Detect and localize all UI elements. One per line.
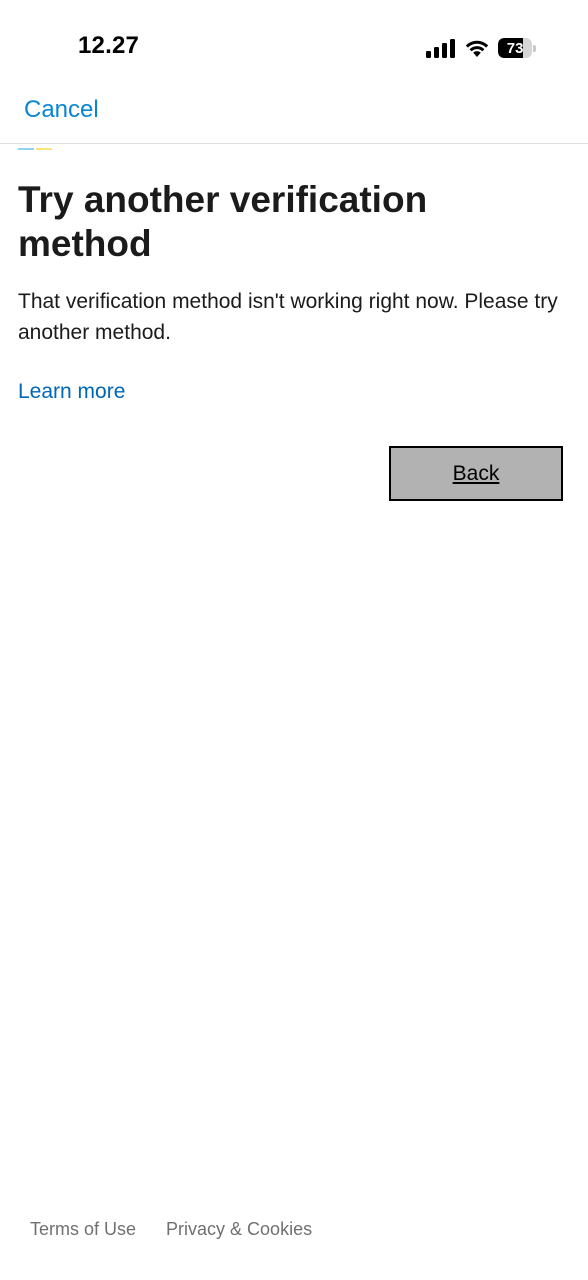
privacy-cookies-link[interactable]: Privacy & Cookies [166, 1219, 312, 1240]
back-button[interactable]: Back [389, 446, 563, 501]
progress-segment [36, 148, 52, 150]
signal-icon [426, 39, 455, 58]
terms-of-use-link[interactable]: Terms of Use [30, 1219, 136, 1240]
battery-level: 73 [506, 39, 524, 57]
progress-segment [18, 148, 34, 150]
page-description: That verification method isn't working r… [18, 290, 558, 344]
battery-icon: 73 [498, 38, 536, 58]
progress-indicator [18, 148, 52, 150]
status-time: 12.27 [78, 32, 140, 59]
main-content: Try another verification method That ver… [18, 178, 570, 348]
status-bar: 12.27 73 [0, 0, 588, 80]
wifi-icon [465, 40, 489, 57]
battery-tip [533, 44, 536, 52]
footer: Terms of Use Privacy & Cookies [30, 1219, 312, 1240]
status-icons: 73 [426, 36, 536, 60]
nav-bar: Cancel [0, 80, 588, 144]
learn-more-link[interactable]: Learn more [18, 380, 125, 404]
page-title: Try another verification method [18, 179, 428, 264]
cancel-button[interactable]: Cancel [24, 96, 99, 124]
battery-body: 73 [498, 38, 533, 58]
